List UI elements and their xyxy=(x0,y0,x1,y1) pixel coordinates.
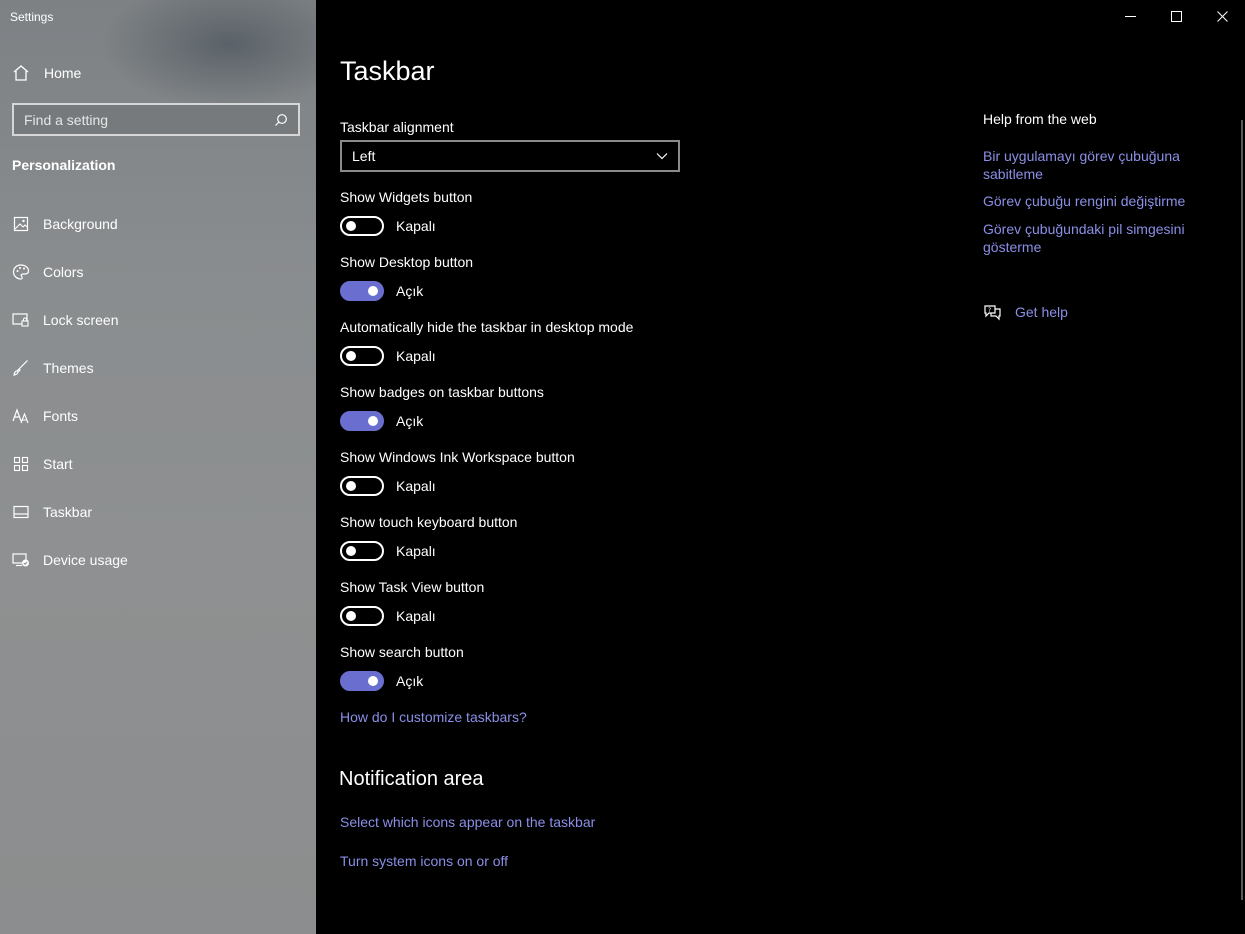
sidebar-item-label: Background xyxy=(43,216,118,232)
toggle-state: Kapalı xyxy=(396,543,436,559)
autohide-toggle[interactable] xyxy=(340,346,384,366)
chat-help-icon: ? xyxy=(983,303,1001,321)
sidebar-nav: Background Colors Lock screen Themes Fon… xyxy=(0,200,316,584)
toggle-state: Kapalı xyxy=(396,218,436,234)
desktop-toggle[interactable] xyxy=(340,281,384,301)
minimize-button[interactable] xyxy=(1107,0,1153,32)
setting-label: Show Task View button xyxy=(340,579,485,595)
system-icons-link[interactable]: Turn system icons on or off xyxy=(340,853,508,869)
toggle-state: Açık xyxy=(396,413,424,429)
help-link-pin-app[interactable]: Bir uygulamayı görev çubuğuna sabitleme xyxy=(983,147,1208,183)
setting-label: Show search button xyxy=(340,644,464,660)
toggle-knob xyxy=(368,286,378,296)
fonts-icon xyxy=(12,407,30,425)
select-icons-link[interactable]: Select which icons appear on the taskbar xyxy=(340,814,595,830)
autohide-toggle-row: Kapalı xyxy=(340,346,436,366)
customize-taskbars-link[interactable]: How do I customize taskbars? xyxy=(340,709,527,725)
setting-label: Show badges on taskbar buttons xyxy=(340,384,544,400)
task-view-toggle[interactable] xyxy=(340,606,384,626)
sidebar-item-label: Fonts xyxy=(43,408,79,424)
palette-icon xyxy=(12,263,30,281)
sidebar-item-label: Taskbar xyxy=(43,504,93,520)
toggle-state: Kapalı xyxy=(396,348,436,364)
toggle-state: Kapalı xyxy=(396,478,436,494)
help-link-taskbar-color[interactable]: Görev çubuğu rengini değiştirme xyxy=(983,192,1208,210)
sidebar-item-label: Device usage xyxy=(43,552,128,568)
touch-keyboard-toggle[interactable] xyxy=(340,541,384,561)
sidebar: Settings Home Personalization Background… xyxy=(0,0,316,934)
toggle-state: Açık xyxy=(396,283,424,299)
alignment-dropdown[interactable]: Left xyxy=(340,140,680,172)
device-usage-icon xyxy=(12,551,30,569)
search-button-toggle[interactable] xyxy=(340,671,384,691)
search-icon[interactable] xyxy=(274,113,288,127)
scrollbar[interactable] xyxy=(1241,120,1243,900)
widgets-toggle-row: Kapalı xyxy=(340,216,436,236)
badges-toggle-row: Açık xyxy=(340,411,423,431)
search-box[interactable] xyxy=(12,103,300,136)
toggle-knob xyxy=(346,481,356,491)
maximize-icon xyxy=(1170,10,1182,22)
toggle-knob xyxy=(368,676,378,686)
toggle-knob xyxy=(346,546,356,556)
alignment-value: Left xyxy=(352,148,376,164)
close-icon xyxy=(1216,10,1228,22)
notification-area-heading: Notification area xyxy=(339,768,484,790)
task-view-toggle-row: Kapalı xyxy=(340,606,436,626)
minimize-icon xyxy=(1124,15,1136,17)
sidebar-item-start[interactable]: Start xyxy=(0,440,316,488)
ink-toggle-row: Kapalı xyxy=(340,476,436,496)
sidebar-item-colors[interactable]: Colors xyxy=(0,248,316,296)
chevron-down-icon xyxy=(656,153,668,160)
search-toggle-row: Açık xyxy=(340,671,423,691)
window-controls xyxy=(1107,0,1245,32)
close-button[interactable] xyxy=(1199,0,1245,32)
app-title: Settings xyxy=(10,10,54,24)
ink-workspace-toggle[interactable] xyxy=(340,476,384,496)
setting-label: Show Windows Ink Workspace button xyxy=(340,449,575,465)
page-title: Taskbar xyxy=(340,56,435,86)
toggle-knob xyxy=(346,611,356,621)
maximize-button[interactable] xyxy=(1153,0,1199,32)
lock-screen-icon xyxy=(12,311,30,329)
sidebar-item-device-usage[interactable]: Device usage xyxy=(0,536,316,584)
start-icon xyxy=(12,455,30,473)
toggle-knob xyxy=(346,221,356,231)
sidebar-item-label: Lock screen xyxy=(43,312,119,328)
sidebar-item-background[interactable]: Background xyxy=(0,200,316,248)
help-link-battery-icon[interactable]: Görev çubuğundaki pil simgesini gösterme xyxy=(983,220,1208,256)
alignment-label: Taskbar alignment xyxy=(340,119,454,135)
sidebar-item-lock-screen[interactable]: Lock screen xyxy=(0,296,316,344)
toggle-knob xyxy=(368,416,378,426)
toggle-knob xyxy=(346,351,356,361)
sidebar-item-fonts[interactable]: Fonts xyxy=(0,392,316,440)
setting-label: Automatically hide the taskbar in deskto… xyxy=(340,319,634,335)
sidebar-item-taskbar[interactable]: Taskbar xyxy=(0,488,316,536)
get-help-button[interactable]: ? Get help xyxy=(983,303,1068,321)
sidebar-item-label: Home xyxy=(44,65,82,81)
brush-icon xyxy=(12,359,30,377)
setting-label: Show Widgets button xyxy=(340,189,473,205)
toggle-state: Kapalı xyxy=(396,608,436,624)
sidebar-item-label: Themes xyxy=(43,360,94,376)
search-input[interactable] xyxy=(24,111,274,128)
section-heading: Personalization xyxy=(12,157,116,173)
sidebar-item-label: Start xyxy=(43,456,73,472)
sidebar-item-themes[interactable]: Themes xyxy=(0,344,316,392)
toggle-state: Açık xyxy=(396,673,424,689)
touch-keyboard-toggle-row: Kapalı xyxy=(340,541,436,561)
help-title: Help from the web xyxy=(983,111,1097,127)
svg-text:?: ? xyxy=(988,307,991,314)
sidebar-item-label: Colors xyxy=(43,264,84,280)
badges-toggle[interactable] xyxy=(340,411,384,431)
desktop-toggle-row: Açık xyxy=(340,281,423,301)
widgets-toggle[interactable] xyxy=(340,216,384,236)
home-icon xyxy=(12,64,30,82)
taskbar-icon xyxy=(12,503,30,521)
setting-label: Show Desktop button xyxy=(340,254,474,270)
image-icon xyxy=(12,215,30,233)
get-help-label: Get help xyxy=(1015,304,1068,320)
setting-label: Show touch keyboard button xyxy=(340,514,518,530)
sidebar-item-home[interactable]: Home xyxy=(12,60,81,86)
